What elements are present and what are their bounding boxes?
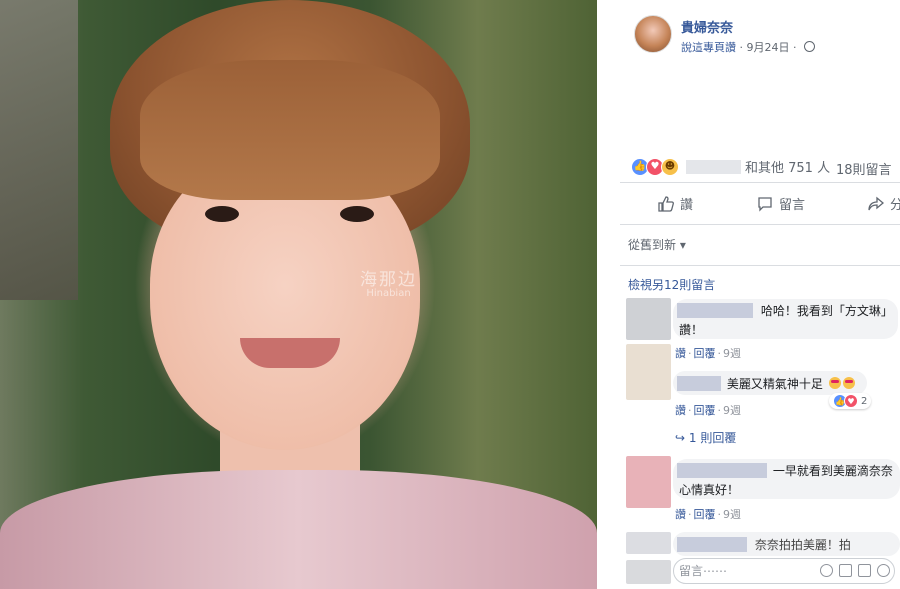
like-button-label: 讚 [680,198,694,213]
mentioned-page-link[interactable]: 說這專頁讚 [681,41,736,54]
sort-label: 從舊到新 [628,238,677,252]
comment-text: 哈哈！我看到「方文琳」 [760,304,893,318]
comment-input[interactable]: 留言⋯⋯ [673,558,895,584]
comment-text: 一早就看到美麗滴奈奈 [772,464,893,478]
comment-reply-link[interactable]: 回覆 [694,347,716,360]
caret-down-icon: ▾ [679,238,686,252]
heart-eyes-emoji-icon [828,377,841,389]
comment-text-cont: 讚！ [679,323,704,337]
reply-count: 1 則回覆 [688,431,737,445]
share-button[interactable]: 分享 [868,194,900,213]
blurred-commenter-name[interactable] [677,303,753,318]
blurred-commenter-name[interactable] [677,376,721,391]
reaction-summary[interactable]: 👍 ♥ ☻ 和其他 751 人 [631,157,830,176]
haha-reaction-icon: ☻ [661,157,679,176]
comment-text: 奈奈拍拍美麗！拍 [754,538,851,552]
comment-reply-link[interactable]: 回覆 [694,404,716,417]
comment-icon [758,196,772,212]
blurred-commenter-name[interactable] [677,463,767,478]
comment-like-link[interactable]: 讚 [675,404,686,417]
share-icon [868,196,884,210]
comment-reactions[interactable]: 👍 ♥ 2 [829,393,872,409]
like-button[interactable]: 讚 [658,194,693,213]
photo-left-eye [205,206,239,222]
gif-icon[interactable] [858,564,871,577]
commenter-avatar[interactable] [626,344,671,400]
photo-smile [240,338,340,368]
emoji-icon[interactable] [820,564,833,577]
comment-text: 美麗又精氣神十足 [726,377,823,391]
comment-like-link[interactable]: 讚 [675,347,686,360]
current-user-avatar [626,560,671,584]
comment-text-cont: 心情真好！ [679,483,740,497]
photo-right-eye [340,206,374,222]
comment-input-placeholder: 留言⋯⋯ [679,564,728,578]
view-replies-link[interactable]: ↪ 1 則回覆 [675,429,736,446]
comment-links: 讚 · 回覆 · 9週 [675,347,741,360]
comment-button-label: 留言 [779,198,806,213]
view-more-comments-link[interactable]: 檢視另12則留言 [628,276,715,293]
divider [620,182,900,183]
comment-sort-dropdown[interactable]: 從舊到新 ▾ [628,236,686,253]
comment-bubble: 一早就看到美麗滴奈奈 心情真好！ [673,459,900,499]
blurred-commenter-name[interactable] [677,537,747,552]
thumbs-up-icon [658,195,674,212]
post-date[interactable]: 9月24日 [747,41,790,54]
commenter-avatar[interactable] [626,298,671,340]
reply-arrow-icon: ↪ [675,431,686,445]
globe-icon [804,41,815,52]
watermark-en: Hinabian [366,288,411,299]
watermark-cn: 海那边 [360,270,417,290]
photo-bangs [140,60,440,200]
photo-dress [0,470,597,589]
share-button-label: 分享 [890,198,900,213]
post-photo[interactable]: 海那边 Hinabian [0,0,597,589]
reaction-count: 和其他 751 人 [745,161,831,176]
post-meta: 說這專頁讚 · 9月24日 · [681,39,815,55]
comment-time[interactable]: 9週 [723,508,741,521]
commenter-avatar[interactable] [626,532,671,554]
divider [620,224,900,225]
camera-icon[interactable] [839,564,852,577]
comment-reply-link[interactable]: 回覆 [694,508,716,521]
comment-links: 讚 · 回覆 · 9週 [675,404,741,417]
comment-reaction-count: 2 [861,395,868,407]
page-avatar[interactable] [634,15,672,53]
love-reaction-icon: ♥ [844,394,858,408]
watermark: 海那边 Hinabian [360,272,417,299]
sticker-icon[interactable] [877,564,890,577]
comment-bubble: 哈哈！我看到「方文琳」 讚！ [673,299,898,339]
commenter-avatar[interactable] [626,456,671,508]
comment-like-link[interactable]: 讚 [675,508,686,521]
page-name-link[interactable]: 貴婦奈奈 [681,17,733,36]
photo-stone-wall [0,0,78,300]
heart-eyes-emoji-icon [842,377,855,389]
comment-links: 讚 · 回覆 · 9週 [675,508,741,521]
action-bar: 讚 留言 分享 [620,188,900,222]
comment-time[interactable]: 9週 [723,347,741,360]
comment-bubble: 美麗又精氣神十足 [673,371,867,395]
comments-count[interactable]: 18則留言 [836,159,892,178]
comment-button[interactable]: 留言 [757,194,805,213]
comment-time[interactable]: 9週 [723,404,741,417]
blurred-name [686,159,741,174]
comment-bubble: 奈奈拍拍美麗！拍 [673,532,900,556]
divider [620,265,900,266]
